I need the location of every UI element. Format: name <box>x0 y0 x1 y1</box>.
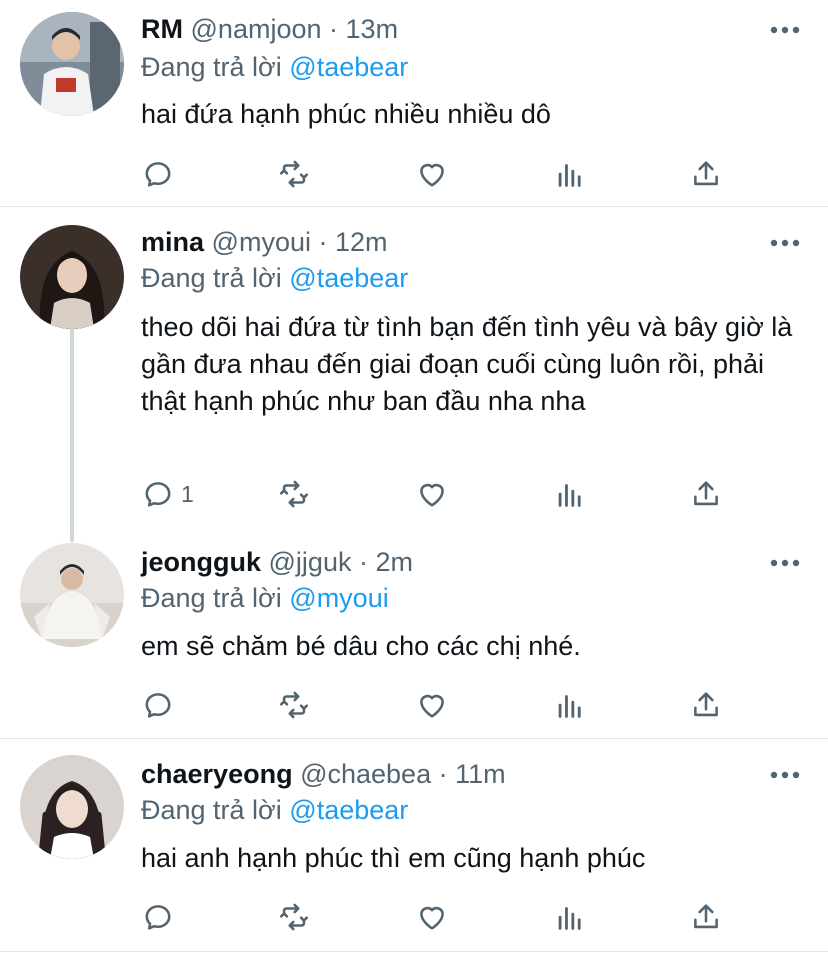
replying-prefix: Đang trả lời <box>141 263 282 293</box>
avatar[interactable] <box>20 225 124 329</box>
share-button[interactable] <box>689 154 723 194</box>
replying-prefix: Đang trả lời <box>141 52 282 82</box>
action-bar <box>141 897 741 937</box>
avatar[interactable] <box>20 543 124 647</box>
more-icon[interactable] <box>770 239 800 247</box>
more-icon[interactable] <box>770 559 800 567</box>
tweet-jeongguk[interactable]: jeongguk @jjguk · 2m Đang trả lời @myoui… <box>0 527 828 739</box>
share-icon <box>694 161 718 186</box>
more-icon[interactable] <box>770 771 800 779</box>
retweet-icon <box>279 903 309 931</box>
tweet-header: mina @myoui · 12m <box>141 225 388 259</box>
tweet-text: hai anh hạnh phúc thì em cũng hạnh phúc <box>141 843 646 873</box>
avatar[interactable] <box>20 12 124 116</box>
timestamp[interactable]: 11m <box>455 759 506 789</box>
tweet-text: hai đứa hạnh phúc nhiều nhiều dô <box>141 99 551 129</box>
separator-dot: · <box>438 759 448 789</box>
replying-to-line: Đang trả lời @myoui <box>141 581 389 615</box>
tweet-header: chaeryeong @chaebea · 11m <box>141 757 506 791</box>
action-bar: 1 <box>141 474 741 514</box>
action-bar <box>141 154 741 194</box>
tweet-header: RM @namjoon · 13m <box>141 12 398 46</box>
reply-icon <box>145 482 171 507</box>
user-handle[interactable]: @chaebea <box>300 759 431 789</box>
display-name[interactable]: jeongguk <box>141 547 261 577</box>
views-icon <box>558 164 581 187</box>
reply-icon <box>145 693 171 718</box>
views-icon <box>558 695 581 718</box>
reply-button[interactable] <box>141 685 181 725</box>
replying-to-line: Đang trả lời @taebear <box>141 261 408 295</box>
like-button[interactable] <box>415 154 449 194</box>
retweet-icon <box>279 160 309 188</box>
retweet-button[interactable] <box>277 154 311 194</box>
separator-dot: · <box>358 547 368 577</box>
display-name[interactable]: mina <box>141 227 204 257</box>
user-handle[interactable]: @jjguk <box>269 547 352 577</box>
reply-icon <box>145 162 171 187</box>
tweet-header: jeongguk @jjguk · 2m <box>141 545 413 579</box>
timestamp[interactable]: 12m <box>335 227 388 257</box>
reply-button[interactable]: 1 <box>141 474 194 514</box>
replying-prefix: Đang trả lời <box>141 795 282 825</box>
separator-dot: · <box>329 14 339 44</box>
views-icon <box>558 484 581 507</box>
user-handle[interactable]: @myoui <box>212 227 311 257</box>
retweet-button[interactable] <box>277 685 311 725</box>
timestamp[interactable]: 2m <box>376 547 414 577</box>
like-button[interactable] <box>415 474 449 514</box>
views-icon <box>558 907 581 930</box>
reply-button[interactable] <box>141 897 181 937</box>
share-button[interactable] <box>689 897 723 937</box>
retweet-button[interactable] <box>277 474 311 514</box>
display-name[interactable]: chaeryeong <box>141 759 293 789</box>
tweet-text: theo dõi hai đứa từ tình bạn đến tình yê… <box>141 312 793 416</box>
action-bar <box>141 685 741 725</box>
replying-to-line: Đang trả lời @taebear <box>141 50 408 84</box>
share-button[interactable] <box>689 685 723 725</box>
replying-to-mention[interactable]: @taebear <box>289 263 408 293</box>
tweet-text: em sẽ chăm bé dâu cho các chị nhé. <box>141 631 581 661</box>
replying-to-line: Đang trả lời @taebear <box>141 793 408 827</box>
tweet-chaeryeong[interactable]: chaeryeong @chaebea · 11m Đang trả lời @… <box>0 739 828 954</box>
replying-to-mention[interactable]: @taebear <box>289 52 408 82</box>
like-icon <box>420 694 444 718</box>
share-icon <box>694 692 718 717</box>
reply-icon <box>145 905 171 930</box>
views-button[interactable] <box>553 897 587 937</box>
like-icon <box>420 163 444 187</box>
share-icon <box>694 481 718 506</box>
replying-to-mention[interactable]: @taebear <box>289 795 408 825</box>
replying-prefix: Đang trả lời <box>141 583 282 613</box>
like-button[interactable] <box>415 897 449 937</box>
replying-to-mention[interactable]: @myoui <box>289 583 388 613</box>
retweet-button[interactable] <box>277 897 311 937</box>
like-icon <box>420 483 444 507</box>
tweet-mina[interactable]: mina @myoui · 12m Đang trả lời @taebear … <box>0 207 828 527</box>
views-button[interactable] <box>553 154 587 194</box>
tweet-rm[interactable]: RM @namjoon · 13m Đang trả lời @taebear … <box>0 0 828 207</box>
timestamp[interactable]: 13m <box>346 14 399 44</box>
retweet-icon <box>279 691 309 719</box>
separator-dot: · <box>318 227 328 257</box>
share-icon <box>694 904 718 929</box>
views-button[interactable] <box>553 474 587 514</box>
tweet-divider <box>0 951 828 952</box>
share-button[interactable] <box>689 474 723 514</box>
avatar[interactable] <box>20 755 124 859</box>
more-icon[interactable] <box>770 26 800 34</box>
retweet-icon <box>279 480 309 508</box>
reply-button[interactable] <box>141 154 181 194</box>
user-handle[interactable]: @namjoon <box>191 14 322 44</box>
like-button[interactable] <box>415 685 449 725</box>
views-button[interactable] <box>553 685 587 725</box>
like-icon <box>420 906 444 930</box>
reply-count: 1 <box>181 480 194 507</box>
display-name[interactable]: RM <box>141 14 183 44</box>
